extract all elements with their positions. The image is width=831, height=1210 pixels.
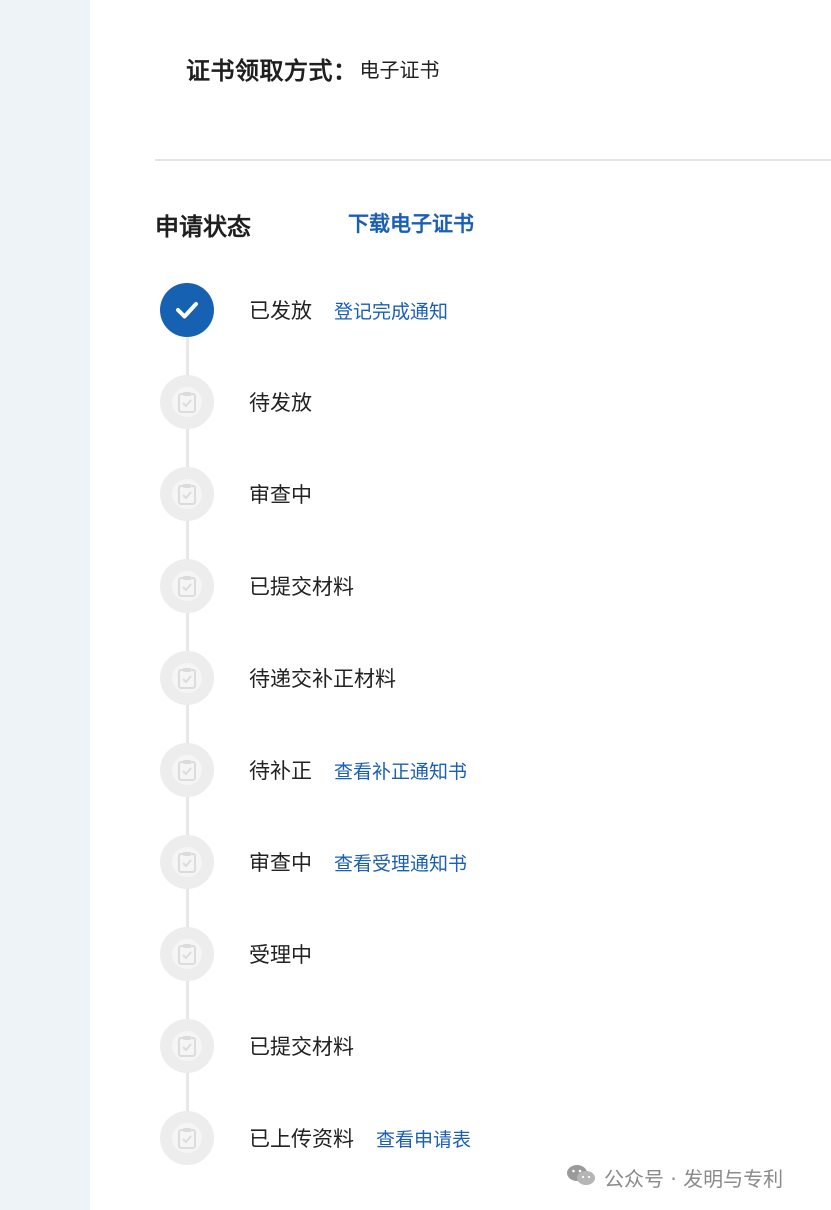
step-label: 审查中 [249, 483, 312, 507]
timeline-step: 待补正 查看补正通知书 [160, 743, 467, 797]
side-panel-strip [0, 0, 90, 1210]
timeline-step: 审查中 查看受理通知书 [160, 835, 467, 889]
clipboard-check-icon [160, 651, 214, 705]
check-circle-icon [160, 283, 214, 337]
step-label: 受理中 [249, 943, 312, 967]
certificate-method-row: 证书领取方式： 电子证书 [186, 50, 440, 86]
step-label: 审查中 [249, 851, 312, 875]
timeline-step: 审查中 [160, 467, 312, 521]
clipboard-check-icon [160, 559, 214, 613]
step-link[interactable]: 查看申请表 [376, 1125, 471, 1152]
status-title: 申请状态 [155, 212, 251, 241]
certificate-method-value: 电子证书 [359, 57, 440, 82]
step-label: 已提交材料 [249, 1035, 354, 1059]
step-label: 已发放 [249, 299, 312, 323]
timeline-step: 已上传资料 查看申请表 [160, 1111, 471, 1165]
clipboard-check-icon [160, 375, 214, 429]
certificate-method-label: 证书领取方式： [186, 56, 358, 85]
section-divider [155, 159, 831, 161]
timeline-step: 待递交补正材料 [160, 651, 396, 705]
timeline-connector [186, 310, 189, 1140]
step-label: 待补正 [249, 759, 312, 783]
step-link[interactable]: 查看受理通知书 [334, 849, 467, 876]
step-label: 待递交补正材料 [249, 667, 396, 691]
wechat-icon [566, 1163, 596, 1192]
timeline-step: 已发放 登记完成通知 [160, 283, 448, 337]
clipboard-check-icon [160, 1019, 214, 1073]
timeline-step: 已提交材料 [160, 559, 354, 613]
timeline-step: 已提交材料 [160, 1019, 354, 1073]
timeline-step: 待发放 [160, 375, 312, 429]
download-certificate-link[interactable]: 下载电子证书 [348, 208, 474, 238]
step-label: 待发放 [249, 391, 312, 415]
clipboard-check-icon [160, 743, 214, 797]
step-link[interactable]: 登记完成通知 [334, 297, 448, 324]
clipboard-check-icon [160, 467, 214, 521]
watermark-text: 公众号 · 发明与专利 [604, 1166, 784, 1191]
status-header: 申请状态 [155, 206, 251, 242]
step-link[interactable]: 查看补正通知书 [334, 757, 467, 784]
watermark: 公众号 · 发明与专利 [566, 1162, 783, 1192]
clipboard-check-icon [160, 835, 214, 889]
timeline-step: 受理中 [160, 927, 312, 981]
step-label: 已提交材料 [249, 575, 354, 599]
clipboard-check-icon [160, 927, 214, 981]
step-label: 已上传资料 [249, 1127, 354, 1151]
clipboard-check-icon [160, 1111, 214, 1165]
